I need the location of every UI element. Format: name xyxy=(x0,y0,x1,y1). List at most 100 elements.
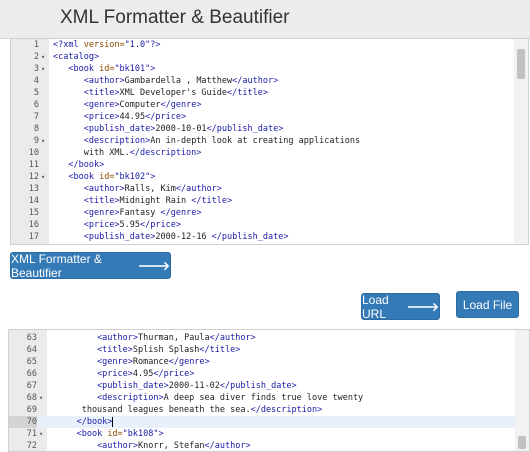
code-text: <description>A former architect battles … xyxy=(53,243,381,244)
fold-toggle-icon[interactable]: ▾ xyxy=(39,392,43,404)
xml-output-editor[interactable]: 63 <author>Thurman, Paula</author> 64 <ti… xyxy=(8,329,530,452)
line-number: 11 xyxy=(28,160,39,170)
line-number: 18 xyxy=(11,243,39,244)
code-text: <author>Knorr, Stefan</author> xyxy=(97,441,251,451)
line-number: 71 xyxy=(26,429,37,439)
code-line[interactable]: 16 <price>5.95</price> xyxy=(11,219,528,231)
code-line[interactable]: 70 </book> xyxy=(9,416,529,428)
line-number: 9 xyxy=(33,136,39,146)
line-number: 6 xyxy=(33,100,39,110)
load-url-button[interactable]: Load URL 🡒 xyxy=(361,292,440,321)
code-text: <genre>Romance</genre> xyxy=(97,357,210,367)
fold-toggle-icon[interactable]: ▾ xyxy=(41,63,45,75)
code-text: <price>4.95</price> xyxy=(97,369,195,379)
line-number: 72 xyxy=(26,441,37,451)
scrollbar-thumb[interactable] xyxy=(517,49,525,79)
line-number: 2 xyxy=(33,52,39,62)
xml-input-editor[interactable]: 1 <?xml version="1.0"?> 2 ▾ <catalog> 3 ▾ <boo… xyxy=(10,38,529,245)
code-line[interactable]: 72 <author>Knorr, Stefan</author> xyxy=(9,440,529,451)
code-text: <price>44.95</price> xyxy=(83,112,187,122)
code-line[interactable]: 71 ▾ <book id="bk108"> xyxy=(9,428,529,440)
arrow-right-icon: 🡒 xyxy=(406,300,439,314)
vertical-scrollbar[interactable] xyxy=(514,39,528,244)
format-xml-button[interactable]: XML Formatter & Beautifier 🡒 xyxy=(10,251,171,280)
fold-toggle-icon[interactable]: ▾ xyxy=(41,51,45,63)
format-xml-button-label: XML Formatter & Beautifier xyxy=(11,251,102,280)
line-number: 17 xyxy=(28,232,39,242)
fold-toggle-icon[interactable]: ▾ xyxy=(41,135,45,147)
line-number: 68 xyxy=(26,393,37,403)
code-text: <title>Splish Splash</title> xyxy=(97,345,241,355)
code-text: <publish_date>2000-12-16 </publish_date> xyxy=(83,232,289,242)
line-number: 4 xyxy=(33,76,39,86)
code-line[interactable]: 63 <author>Thurman, Paula</author> xyxy=(9,332,529,344)
load-file-button[interactable]: Load File xyxy=(456,291,519,318)
line-number: 69 xyxy=(26,405,37,415)
code-text: <author>Ralls, Kim</author> xyxy=(83,184,222,194)
fold-toggle-icon[interactable]: ▾ xyxy=(39,428,43,440)
code-line[interactable]: 17 <publish_date>2000-12-16 </publish_da… xyxy=(11,231,528,243)
code-line[interactable]: 2 ▾ <catalog> xyxy=(11,51,528,63)
code-line[interactable]: 15 <genre>Fantasy </genre> xyxy=(11,207,528,219)
code-line[interactable]: 65 <genre>Romance</genre> xyxy=(9,356,529,368)
code-text: thousand leagues beneath the sea.</descr… xyxy=(51,405,323,415)
fold-toggle-icon[interactable]: ▾ xyxy=(41,243,45,244)
code-line[interactable]: 1 <?xml version="1.0"?> xyxy=(11,39,528,51)
app-header: XML Formatter & Beautifier xyxy=(0,0,530,39)
fold-toggle-icon[interactable]: ▾ xyxy=(41,171,45,183)
code-line[interactable]: 7 <price>44.95</price> xyxy=(11,111,528,123)
vertical-scrollbar[interactable] xyxy=(515,330,529,451)
line-number: 67 xyxy=(26,381,37,391)
code-text: <book id="bk101"> xyxy=(68,64,156,74)
code-line[interactable]: 6 <genre>Computer</genre> xyxy=(11,99,528,111)
line-number: 10 xyxy=(28,148,39,158)
code-line[interactable]: 13 <author>Ralls, Kim</author> xyxy=(11,183,528,195)
page-title: XML Formatter & Beautifier xyxy=(60,7,290,28)
code-text: <description>A deep sea diver finds true… xyxy=(97,393,364,403)
code-line[interactable]: 8 <publish_date>2000-10-01</publish_date… xyxy=(11,123,528,135)
code-line[interactable]: 4 <author>Gambardella , Matthew</author> xyxy=(11,75,528,87)
code-line[interactable]: 64 <title>Splish Splash</title> xyxy=(9,344,529,356)
line-number: 8 xyxy=(33,124,39,134)
code-text: <publish_date>2000-11-02</publish_date> xyxy=(97,381,297,391)
line-number: 66 xyxy=(26,369,37,379)
code-text: <author>Thurman, Paula</author> xyxy=(97,333,256,343)
code-line[interactable]: 66 <price>4.95</price> xyxy=(9,368,529,380)
code-line[interactable]: 18▾ <description>A former architect batt… xyxy=(11,243,528,244)
code-line[interactable]: 69 thousand leagues beneath the sea.</de… xyxy=(9,404,529,416)
line-number: 15 xyxy=(28,208,39,218)
code-text: <description>An in-depth look at creatin… xyxy=(83,136,361,146)
code-text: </book> xyxy=(68,160,105,170)
code-line[interactable]: 10 with XML.</description> xyxy=(11,147,528,159)
code-text: <title>XML Developer's Guide</title> xyxy=(83,88,268,98)
code-text: <publish_date>2000-10-01</publish_date> xyxy=(83,124,284,134)
code-line[interactable]: 11 </book> xyxy=(11,159,528,171)
load-url-button-label: Load URL xyxy=(362,292,389,321)
code-line[interactable]: 14 <title>Midnight Rain </title> xyxy=(11,195,528,207)
code-text: with XML.</description> xyxy=(53,148,202,158)
code-text: </book> xyxy=(76,416,114,427)
line-number: 7 xyxy=(33,112,39,122)
line-number: 70 xyxy=(9,416,37,428)
line-number: 13 xyxy=(28,184,39,194)
code-line[interactable]: 3 ▾ <book id="bk101"> xyxy=(11,63,528,75)
code-text: <genre>Fantasy </genre> xyxy=(83,208,202,218)
code-line[interactable]: 12 ▾ <book id="bk102"> xyxy=(11,171,528,183)
line-number: 3 xyxy=(33,64,39,74)
line-number: 12 xyxy=(28,172,39,182)
arrow-right-icon: 🡒 xyxy=(137,259,170,273)
line-number: 5 xyxy=(33,88,39,98)
code-text: <catalog> xyxy=(53,52,100,62)
scrollbar-thumb[interactable] xyxy=(518,436,526,449)
code-text: <book id="bk102"> xyxy=(68,172,156,182)
line-number: 64 xyxy=(26,345,37,355)
code-text: <?xml version="1.0"?> xyxy=(53,40,161,50)
code-line[interactable]: 68 ▾ <description>A deep sea diver finds … xyxy=(9,392,529,404)
code-line[interactable]: 67 <publish_date>2000-11-02</publish_dat… xyxy=(9,380,529,392)
code-text: <price>5.95</price> xyxy=(83,220,181,230)
line-number: 1 xyxy=(33,40,39,50)
line-number: 65 xyxy=(26,357,37,367)
code-line[interactable]: 5 <title>XML Developer's Guide</title> xyxy=(11,87,528,99)
code-line[interactable]: 9 ▾ <description>An in-depth look at crea… xyxy=(11,135,528,147)
line-number: 14 xyxy=(28,196,39,206)
